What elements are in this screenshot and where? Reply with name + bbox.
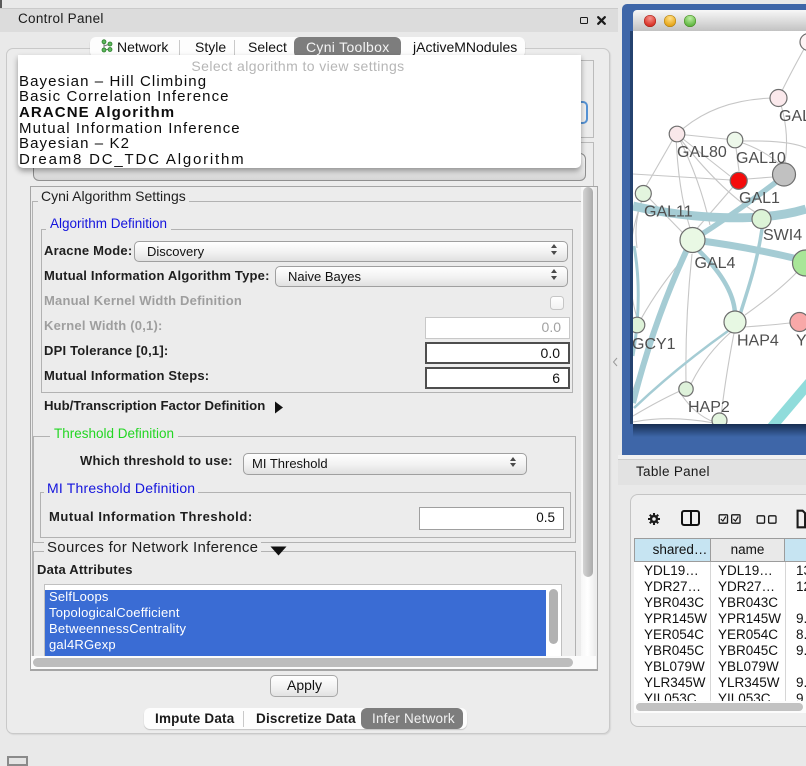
svg-text:HAP2: HAP2	[688, 399, 730, 416]
svg-text:GAL7: GAL7	[779, 108, 806, 125]
svg-text:GCY1: GCY1	[633, 336, 676, 353]
svg-text:HAP4: HAP4	[737, 333, 779, 350]
svg-text:GAL1: GAL1	[739, 190, 780, 207]
svg-text:GAL80: GAL80	[677, 144, 727, 161]
svg-text:SWI4: SWI4	[763, 227, 802, 244]
svg-text:GAL10: GAL10	[736, 150, 786, 167]
svg-text:GAL11: GAL11	[644, 204, 693, 221]
svg-text:Y: Y	[796, 333, 806, 350]
svg-text:GAL4: GAL4	[695, 255, 736, 272]
